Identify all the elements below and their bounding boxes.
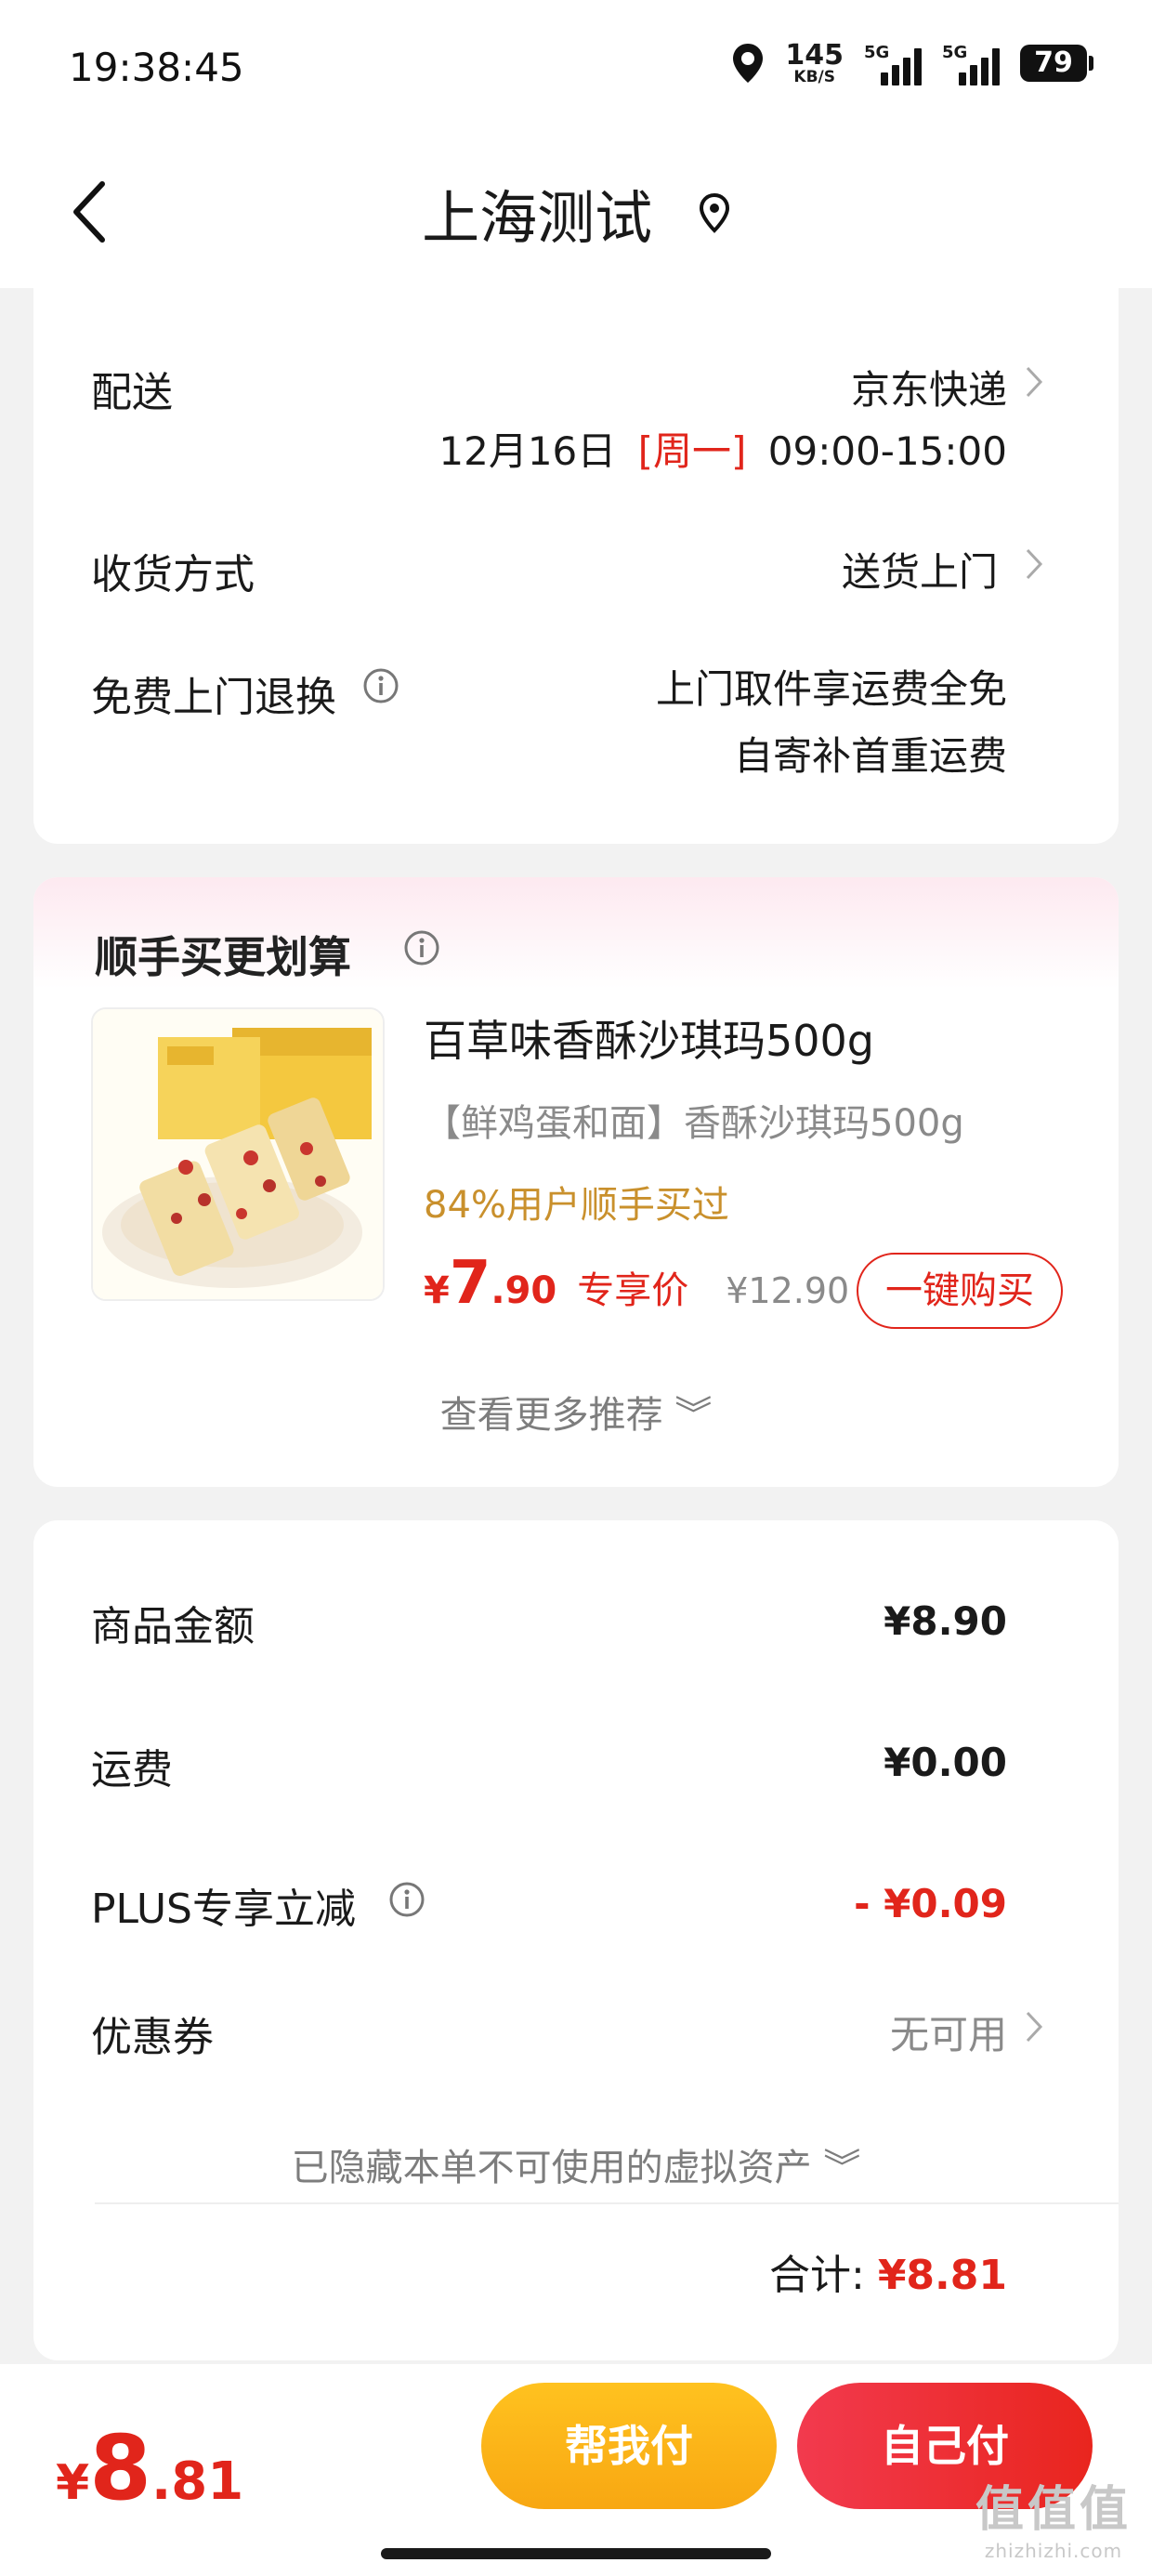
page-title: 上海测试 (422, 184, 653, 252)
upsell-title: 顺手买更划算 (95, 932, 351, 982)
payable-decimal: .81 (151, 2451, 244, 2512)
net-speed-value: 145 (785, 38, 844, 72)
friend-pay-button[interactable]: 帮我付 (481, 2383, 777, 2509)
payable-symbol: ¥ (56, 2455, 90, 2511)
payable-integer: 8 (89, 2416, 151, 2520)
status-time: 19:38:45 (69, 45, 244, 90)
price-symbol: ¥ (424, 1269, 450, 1312)
total-label: 合计: (768, 2252, 865, 2299)
free-return-label: 免费上门退换 (91, 674, 336, 721)
info-icon[interactable] (403, 929, 440, 966)
exclusive-price-tag: 专享价 (577, 1269, 689, 1312)
watermark: 值值值 zhizhizhi.com (975, 2470, 1132, 2562)
receive-method-value[interactable]: 送货上门 (842, 541, 998, 598)
delivery-weekday: [周一] (637, 428, 747, 474)
social-proof: 84%用户顺手买过 (424, 1184, 729, 1227)
net-speed-unit: KB/S (793, 67, 835, 86)
chevron-right-icon (1026, 366, 1043, 398)
free-return-line1: 上门取件享运费全免 (655, 666, 1007, 712)
watermark-url: zhizhizhi.com (984, 2540, 1123, 2562)
signal-icon: 5G (864, 41, 922, 85)
goods-amount-label: 商品金额 (91, 1603, 255, 1650)
battery-icon: 79 (1020, 45, 1093, 82)
product-description: 【鲜鸡蛋和面】香酥沙琪玛500g (424, 1102, 964, 1145)
upsell-card: 顺手买更划算 百草味香酥沙琪玛500g 【鲜鸡蛋和面】香酥沙琪玛500g 84%… (33, 877, 1119, 1487)
watermark-text: 值值值 (975, 2482, 1132, 2538)
goods-amount-value: ¥8.90 (884, 1598, 1007, 1644)
hidden-assets-toggle[interactable]: 已隐藏本单不可使用的虚拟资产 ︾ (33, 2137, 1119, 2191)
more-recommendations-link[interactable]: 查看更多推荐 ︾ (33, 1385, 1119, 1439)
divider (95, 2202, 1119, 2204)
payable-amount: ¥8.81 (56, 2416, 243, 2520)
product-name[interactable]: 百草味香酥沙琪玛500g (424, 1007, 874, 1069)
info-icon[interactable] (388, 1881, 425, 1918)
receive-method-label: 收货方式 (91, 551, 255, 598)
chevron-right-icon (1026, 2011, 1043, 2043)
shipping-fee-label: 运费 (91, 1746, 173, 1794)
product-price: ¥ 7 .90 专享价 ¥12.90 (424, 1249, 849, 1318)
delivery-card: 配送 京东快递 12月16日 [周一] 09:00-15:00 收货方式 送货上… (33, 288, 1119, 844)
plus-discount-value: - ¥0.09 (854, 1881, 1007, 1926)
signal-label: 5G (942, 43, 968, 62)
info-icon[interactable] (362, 667, 399, 704)
delivery-time: 09:00-15:00 (767, 428, 1007, 474)
delivery-time-slot[interactable]: 12月16日 [周一] 09:00-15:00 (439, 420, 1007, 477)
plus-discount-label: PLUS专享立减 (91, 1886, 356, 1933)
one-click-buy-button[interactable]: 一键购买 (857, 1253, 1063, 1329)
original-price: ¥12.90 (726, 1270, 850, 1311)
map-pin-icon (699, 192, 729, 233)
location-icon (733, 44, 764, 83)
delivery-label: 配送 (91, 369, 173, 416)
chevron-right-icon (1026, 548, 1043, 580)
coupon-value[interactable]: 无可用 (890, 2004, 1007, 2060)
signal-icon: 5G (942, 41, 1000, 85)
net-speed: 145 KB/S (785, 38, 844, 86)
price-integer: 7 (449, 1249, 491, 1318)
status-icons: 145 KB/S 5G 5G 79 (731, 38, 1093, 86)
signal-label: 5G (864, 43, 890, 62)
home-indicator[interactable] (381, 2548, 771, 2559)
product-photo (93, 1009, 383, 1299)
nav-bar: 上海测试 (0, 138, 1152, 288)
status-bar: 19:38:45 145 KB/S 5G 5G 79 (0, 0, 1152, 138)
product-image[interactable] (91, 1007, 385, 1301)
delivery-date: 12月16日 (439, 428, 617, 474)
fee-summary-card: 商品金额 ¥8.90 运费 ¥0.00 PLUS专享立减 - ¥0.09 优惠券… (33, 1520, 1119, 2360)
address-selector[interactable]: 上海测试 (0, 171, 1152, 255)
delivery-carrier[interactable]: 京东快递 (851, 359, 1007, 415)
order-total: 合计: ¥8.81 (769, 2241, 1007, 2301)
price-decimal: .90 (491, 1269, 557, 1312)
coupon-label: 优惠券 (91, 2014, 214, 2061)
shipping-fee-value: ¥0.00 (884, 1740, 1007, 1785)
total-value: ¥8.81 (877, 2252, 1007, 2299)
free-return-line2: 自寄补首重运费 (733, 733, 1007, 779)
